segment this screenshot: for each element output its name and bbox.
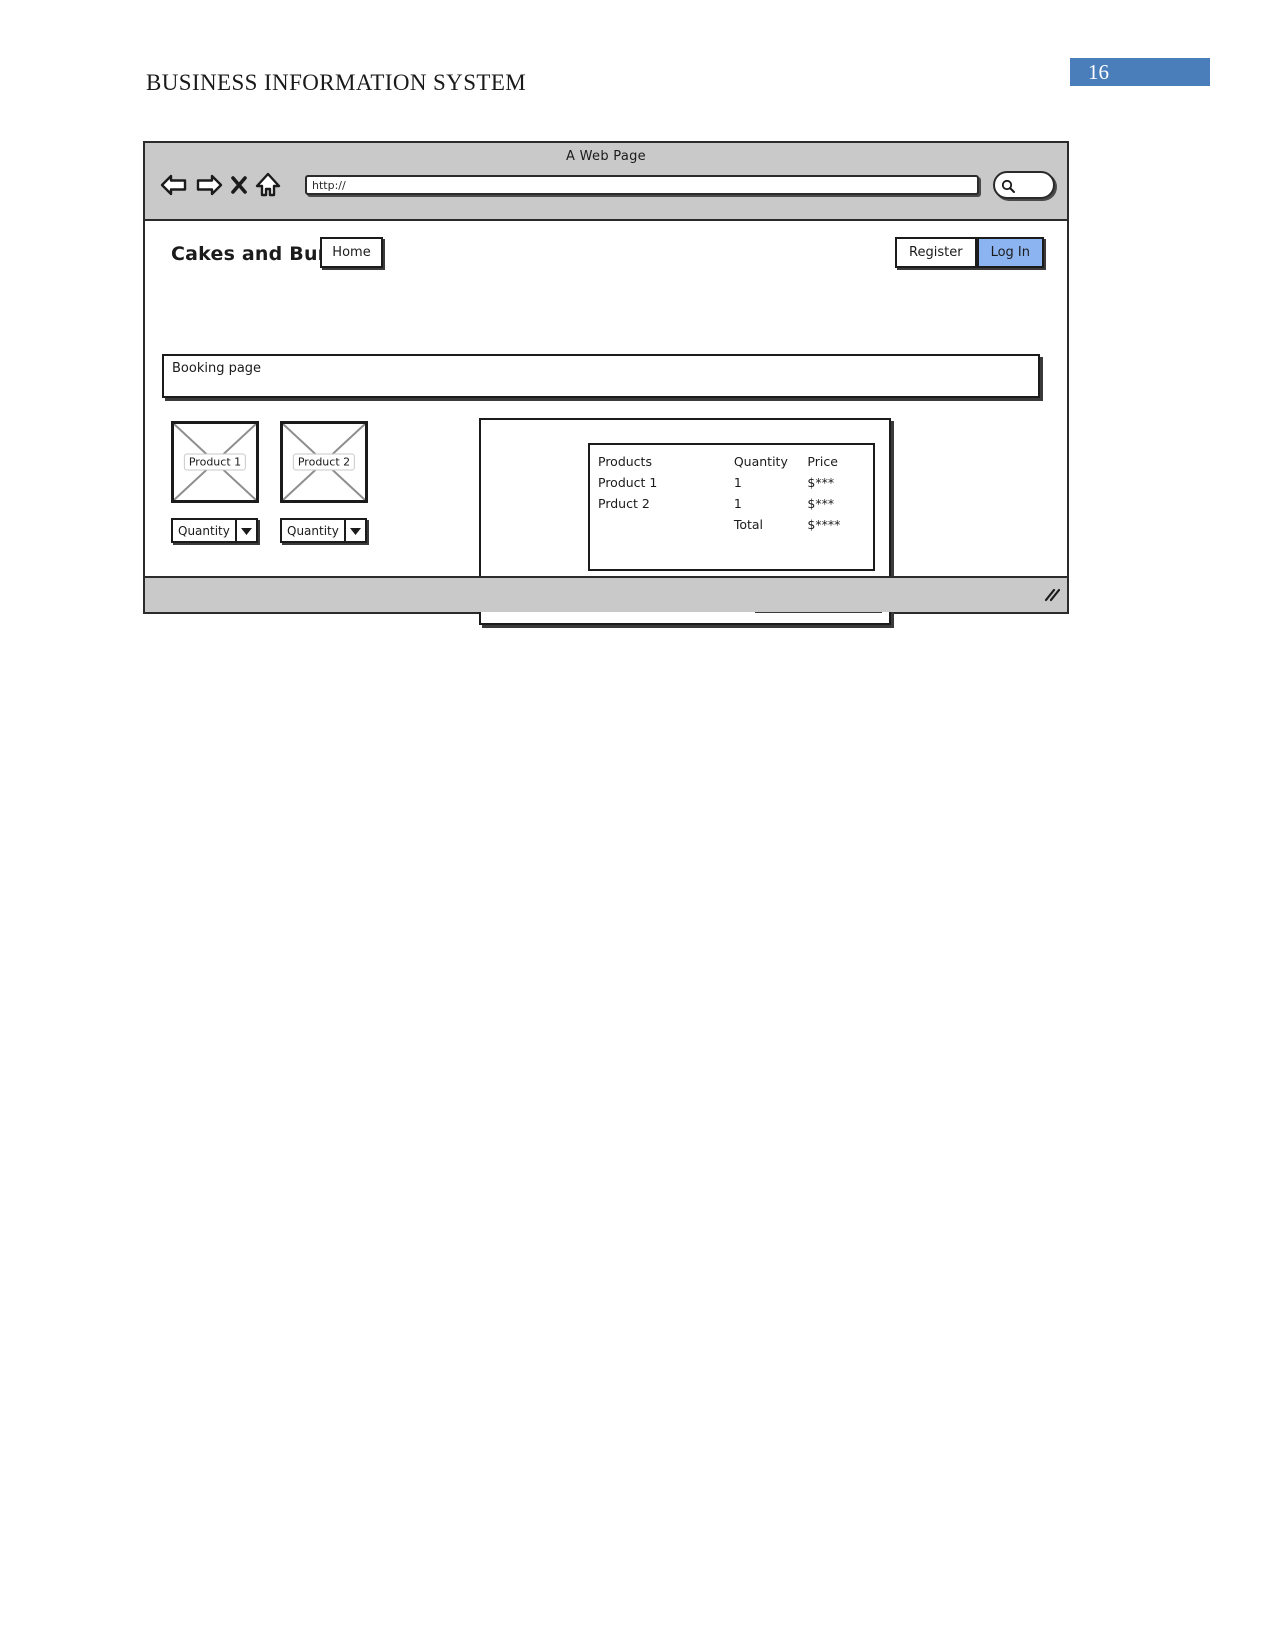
table-row: Prduct 2 1 $*** [590, 493, 873, 514]
column-header-price: Price [807, 454, 838, 469]
order-table: Products Quantity Price Product 1 1 $***… [590, 451, 873, 535]
table-header-row: Products Quantity Price [590, 451, 873, 472]
search-icon [1001, 179, 1015, 193]
table-row: Product 1 1 $*** [590, 472, 873, 493]
browser-wireframe-window: A Web Page http:// Cakes and Buns Home R… [143, 141, 1069, 625]
cell-product: Product 1 [598, 475, 658, 490]
quantity-dropdown-1[interactable]: Quantity [171, 518, 258, 543]
cell-empty [590, 514, 726, 535]
cell-quantity: 1 [733, 475, 742, 490]
page-number-badge: 16 [1070, 58, 1210, 86]
browser-nav-icons [159, 171, 282, 199]
resize-grip-icon[interactable] [1044, 587, 1061, 606]
cell-total-label: Total [733, 517, 764, 532]
close-x-icon[interactable] [229, 172, 249, 198]
table-total-row: Total $**** [590, 514, 873, 535]
document-title: BUSINESS INFORMATION SYSTEM [146, 70, 527, 95]
quantity-dropdown-label-2: Quantity [287, 523, 339, 538]
chevron-down-icon[interactable] [344, 520, 365, 541]
cell-product: Prduct 2 [598, 496, 650, 511]
forward-arrow-icon[interactable] [194, 172, 224, 198]
column-header-products: Products [598, 454, 652, 469]
site-brand: Cakes and Buns [171, 243, 343, 265]
product-card-1: Product 1 Quantity [171, 421, 259, 543]
home-nav-button[interactable]: Home [320, 237, 383, 268]
auth-button-group: Register Log In [895, 237, 1044, 268]
booking-page-banner: Booking page [162, 354, 1040, 398]
cell-quantity: 1 [733, 496, 742, 511]
browser-chrome: A Web Page http:// [145, 143, 1067, 221]
login-button[interactable]: Log In [976, 237, 1044, 268]
chevron-down-icon[interactable] [235, 520, 256, 541]
column-header-quantity: Quantity [733, 454, 788, 469]
back-arrow-icon[interactable] [159, 172, 189, 198]
product-image-placeholder-2: Product 2 [280, 421, 368, 503]
site-content: Cakes and Buns Home Register Log In Book… [145, 221, 1067, 625]
banner-label: Booking page [172, 361, 262, 376]
cell-total-price: $**** [807, 517, 841, 532]
browser-search-field[interactable] [993, 171, 1055, 199]
cell-price: $*** [807, 475, 835, 490]
register-button[interactable]: Register [895, 237, 977, 268]
order-table-container: Products Quantity Price Product 1 1 $***… [588, 443, 875, 571]
quantity-dropdown-2[interactable]: Quantity [280, 518, 367, 543]
quantity-dropdown-label-1: Quantity [178, 523, 230, 538]
url-input[interactable]: http:// [305, 175, 979, 195]
product-image-label-1: Product 1 [183, 453, 247, 471]
product-image-placeholder-1: Product 1 [171, 421, 259, 503]
product-card-2: Product 2 Quantity [280, 421, 368, 543]
home-icon[interactable] [254, 171, 282, 199]
cell-price: $*** [807, 496, 835, 511]
browser-window-title: A Web Page [566, 149, 646, 164]
url-value: http:// [312, 179, 346, 192]
product-image-label-2: Product 2 [292, 453, 356, 471]
browser-status-bar [145, 576, 1067, 612]
